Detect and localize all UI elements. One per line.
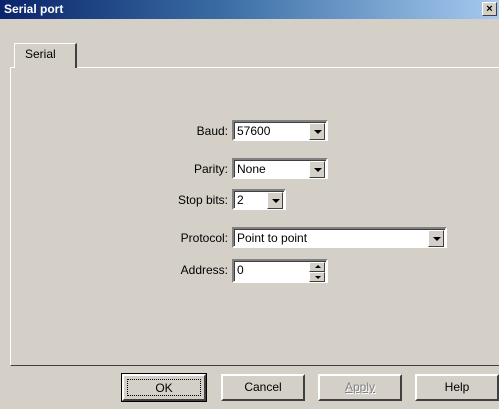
- title-bar: Serial port ×: [0, 0, 499, 19]
- parity-select[interactable]: None: [232, 158, 328, 179]
- apply-button-label: Apply: [344, 380, 376, 394]
- address-value: 0: [237, 263, 244, 277]
- parity-label: Parity:: [193, 162, 228, 176]
- chevron-down-icon[interactable]: [309, 161, 325, 178]
- baud-label: Baud:: [196, 124, 228, 138]
- chevron-down-icon[interactable]: [428, 230, 444, 247]
- tab-panel: [10, 67, 499, 366]
- tab-serial[interactable]: Serial: [14, 43, 77, 68]
- address-spinner[interactable]: 0: [232, 259, 328, 283]
- apply-button[interactable]: Apply: [318, 374, 402, 401]
- help-button-label: Help: [444, 380, 470, 394]
- protocol-value: Point to point: [237, 231, 308, 245]
- ok-button-label: OK: [127, 379, 201, 396]
- parity-value: None: [237, 162, 266, 176]
- cancel-button[interactable]: Cancel: [221, 374, 305, 401]
- tab-serial-label: Serial: [25, 47, 56, 61]
- spin-down-icon[interactable]: [309, 272, 325, 282]
- help-button[interactable]: Help: [415, 374, 499, 401]
- stop-bits-value: 2: [237, 193, 244, 207]
- window-title: Serial port: [4, 2, 64, 16]
- address-label: Address:: [180, 263, 228, 277]
- chevron-down-icon[interactable]: [267, 192, 283, 209]
- stop-bits-label: Stop bits:: [177, 193, 228, 207]
- close-button[interactable]: ×: [482, 2, 497, 16]
- chevron-down-icon[interactable]: [309, 123, 325, 140]
- spin-up-icon[interactable]: [309, 262, 325, 272]
- baud-value: 57600: [237, 124, 271, 138]
- ok-button[interactable]: OK: [121, 373, 207, 402]
- protocol-select[interactable]: Point to point: [232, 227, 447, 248]
- protocol-label: Protocol:: [180, 231, 228, 245]
- baud-select[interactable]: 57600: [232, 120, 328, 141]
- cancel-button-label: Cancel: [244, 380, 282, 394]
- stop-bits-select[interactable]: 2: [232, 189, 286, 210]
